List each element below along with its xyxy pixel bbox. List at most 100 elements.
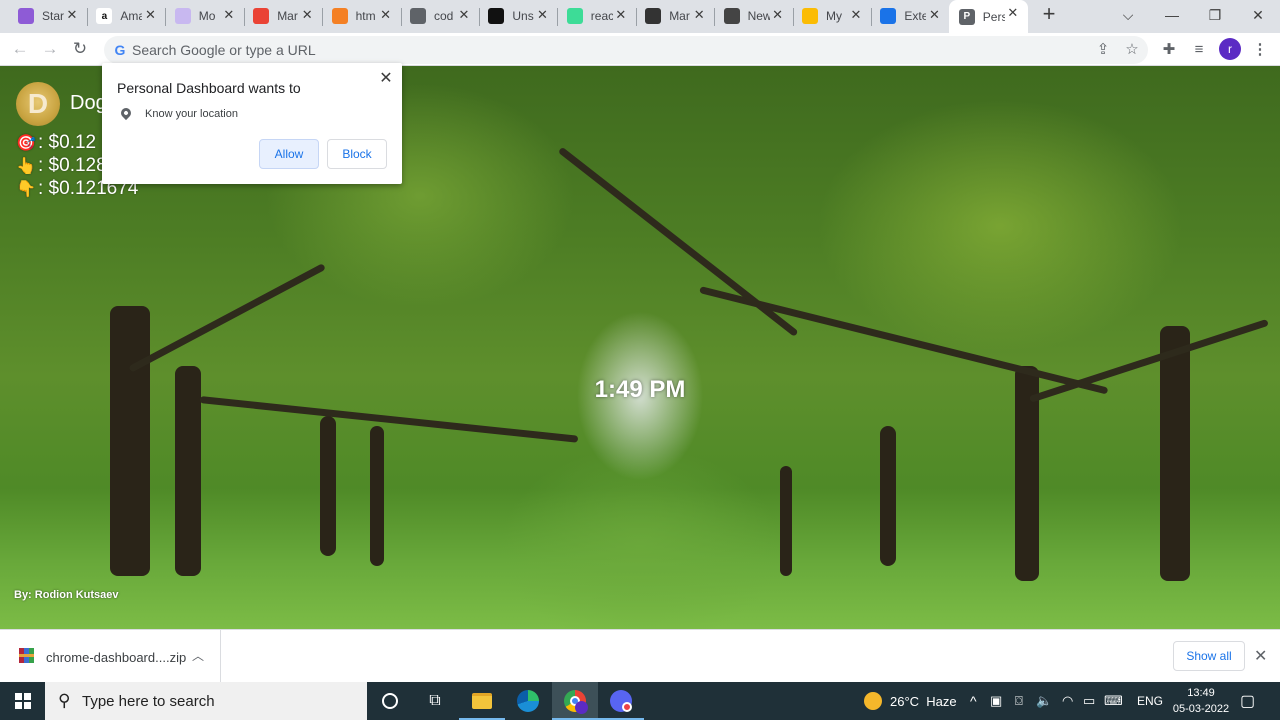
taskbar-search[interactable]: ⚲ Type here to search — [45, 682, 367, 720]
cortana-icon — [382, 693, 398, 709]
omnibox[interactable]: G ⇪ ☆ — [104, 36, 1148, 64]
restore-button[interactable]: ❐ — [1193, 0, 1237, 30]
close-tab-icon[interactable]: ✕ — [692, 8, 706, 22]
close-tab-icon[interactable]: ✕ — [143, 8, 157, 22]
forward-button[interactable]: → — [38, 38, 62, 60]
bookmark-star-icon[interactable]: ☆ — [1121, 39, 1143, 61]
browser-tab[interactable]: Mar ✕ — [243, 2, 324, 30]
browser-tab[interactable]: Uns ✕ — [478, 2, 559, 30]
allow-button[interactable]: Allow — [259, 139, 319, 169]
dogecoin-logo: D — [16, 82, 60, 126]
close-tab-icon[interactable]: ✕ — [771, 8, 785, 22]
browser-tab[interactable]: Mar ✕ — [635, 2, 716, 30]
browser-tab[interactable]: P Pers ✕ — [948, 0, 1028, 33]
chrome-icon — [564, 690, 588, 714]
task-view-button[interactable]: ⧉ — [412, 682, 458, 720]
close-window-button[interactable]: ✕ — [1236, 0, 1280, 30]
tab-title: Star — [42, 9, 64, 23]
tab-search-chevron-icon[interactable]: ⌵ — [1106, 0, 1150, 30]
edge-app[interactable] — [505, 682, 551, 720]
browser-tab[interactable]: cod ✕ — [400, 2, 480, 30]
task-view-icon: ⧉ — [429, 692, 441, 709]
close-tab-icon[interactable]: ✕ — [614, 8, 628, 22]
language-indicator[interactable]: ENG — [1137, 682, 1163, 720]
clock-time-text: 13:49 — [1187, 687, 1215, 699]
start-button[interactable] — [0, 682, 45, 720]
notification-app-icon[interactable]: ▣ — [990, 682, 1002, 720]
camera-icon[interactable]: ⌼ — [1015, 682, 1023, 720]
folder-icon — [472, 693, 492, 709]
browser-tab[interactable]: Mo ✕ — [165, 2, 245, 30]
drive-icon — [802, 8, 818, 24]
browser-tab[interactable]: htm ✕ — [322, 2, 402, 30]
chrome-gray-icon — [723, 8, 740, 24]
file-explorer-app[interactable] — [459, 682, 505, 720]
wifi-icon[interactable]: ◠ — [1062, 682, 1073, 720]
tab-title: cod — [434, 9, 454, 23]
volume-icon[interactable]: 🔈 — [1036, 682, 1052, 720]
markdown-icon — [645, 8, 662, 24]
clock-date-text: 05-03-2022 — [1172, 703, 1230, 715]
close-download-bar-icon[interactable]: ✕ — [1254, 646, 1267, 666]
show-hidden-icons-chevron[interactable]: ^ — [970, 682, 977, 720]
chevron-up-icon[interactable]: ︿ — [192, 647, 204, 664]
new-tab-button[interactable]: + — [1038, 3, 1060, 26]
share-icon[interactable]: ⇪ — [1092, 39, 1114, 61]
purple-circle-icon — [18, 8, 34, 24]
target-icon: 🎯 — [16, 135, 36, 152]
keyboard-icon[interactable]: ⌨ — [1104, 682, 1123, 720]
profile-avatar[interactable]: r — [1219, 38, 1241, 60]
windows-logo-icon — [14, 693, 31, 709]
close-tab-icon[interactable]: ✕ — [300, 8, 314, 22]
weather-widget[interactable]: 26°C Haze — [864, 682, 957, 720]
block-button[interactable]: Block — [327, 139, 387, 169]
close-tab-icon[interactable]: ✕ — [457, 8, 471, 22]
close-icon[interactable]: ✕ — [378, 68, 394, 88]
tab-title: Exte — [904, 9, 927, 23]
address-input[interactable] — [132, 36, 1032, 64]
p-icon: P — [958, 8, 975, 25]
show-all-button[interactable]: Show all — [1173, 641, 1245, 671]
close-tab-icon[interactable]: ✕ — [1006, 6, 1020, 20]
archive-file-icon — [19, 648, 34, 663]
action-center-icon[interactable]: ▢ — [1240, 682, 1255, 720]
tab-title: Mo — [198, 9, 216, 23]
close-tab-icon[interactable]: ✕ — [65, 8, 79, 22]
discord-app[interactable] — [598, 682, 644, 720]
taskbar-clock[interactable]: 13:49 05-03-2022 — [1170, 685, 1232, 717]
cortana-button[interactable] — [367, 682, 413, 720]
tab-title: reac — [590, 9, 613, 23]
permission-request: Know your location — [145, 108, 238, 120]
browser-tab[interactable]: a Amazon✕ — [86, 2, 167, 30]
tab-title: htm — [355, 9, 376, 23]
browser-toolbar: ← → ↻ G ⇪ ☆ ✚ ≡ r ⋮ — [0, 33, 1280, 66]
browser-tab[interactable]: New ✕ — [714, 2, 794, 30]
browser-tab[interactable]: Star ✕ — [8, 2, 88, 30]
browser-tab[interactable]: reac ✕ — [557, 2, 637, 30]
tab-title: My — [826, 9, 842, 23]
tab-strip: Star✕aAmazon✕Mo✕Mar✕htm✕cod✕Uns✕reac✕Mar… — [0, 0, 1280, 33]
close-tab-icon[interactable]: ✕ — [379, 8, 393, 22]
reload-button[interactable]: ↻ — [68, 38, 92, 60]
minimize-button[interactable]: — — [1150, 0, 1194, 30]
location-pin-icon — [118, 105, 134, 121]
download-item[interactable]: chrome-dashboard....zip ︿ — [0, 630, 221, 683]
extensions-puzzle-icon[interactable]: ✚ — [1158, 39, 1180, 61]
google-icon: G — [114, 42, 126, 58]
search-icon: ⚲ — [58, 691, 71, 710]
browser-tab[interactable]: My ✕ — [792, 2, 872, 30]
back-button[interactable]: ← — [8, 38, 32, 60]
current-price: 🎯 : $0.12 — [16, 132, 97, 153]
chrome-app[interactable] — [552, 682, 598, 720]
popup-title: Personal Dashboard wants to — [117, 80, 301, 96]
close-tab-icon[interactable]: ✕ — [849, 8, 863, 22]
download-file-name: chrome-dashboard....zip — [46, 650, 187, 665]
menu-kebab-icon[interactable]: ⋮ — [1249, 39, 1271, 61]
close-tab-icon[interactable]: ✕ — [535, 8, 549, 22]
media-queue-icon[interactable]: ≡ — [1188, 39, 1210, 61]
browser-tab[interactable]: Exte ✕ — [870, 2, 949, 30]
hash-icon — [566, 8, 583, 24]
close-tab-icon[interactable]: ✕ — [927, 8, 941, 22]
battery-icon[interactable]: ▭ — [1083, 682, 1095, 720]
close-tab-icon[interactable]: ✕ — [222, 8, 236, 22]
